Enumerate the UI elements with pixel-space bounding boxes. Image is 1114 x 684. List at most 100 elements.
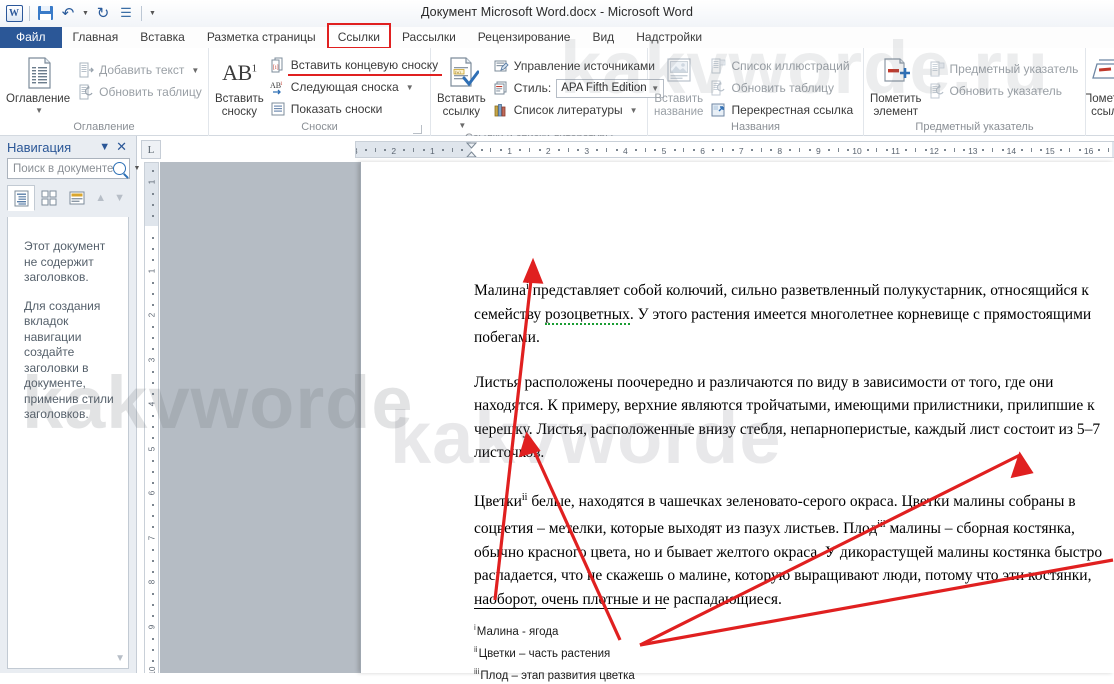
- ruler-tick-dot: [1021, 149, 1024, 151]
- nav-tab-results[interactable]: [63, 185, 91, 211]
- next-footnote-button[interactable]: AB 1 Следующая сноска ▼: [268, 77, 442, 97]
- vruler-tick-label: 2: [147, 312, 157, 318]
- navigation-pane-header: Навигация ▼ ✕: [0, 136, 136, 158]
- arrow-up-icon[interactable]: ▲: [91, 192, 110, 204]
- ruler-tick-dash: [528, 148, 530, 152]
- insert-endnote-button[interactable]: [i] Вставить концевую сноску: [268, 55, 443, 76]
- insert-citation-button[interactable]: (w) Вставить ссылку ▼: [437, 54, 486, 132]
- search-options-chevron-down-icon[interactable]: ▼: [133, 165, 140, 172]
- tab-references[interactable]: Ссылки: [326, 23, 391, 49]
- nav-scroll-down-icon[interactable]: ▼: [115, 653, 125, 664]
- index-button[interactable]: Предметный указатель: [927, 59, 1083, 79]
- endnote-item[interactable]: iiiПлод – этап развития цветка: [474, 663, 874, 684]
- insert-citation-text: Вставить ссылку: [437, 93, 486, 118]
- chevron-down-icon[interactable]: ▼: [35, 106, 43, 115]
- tab-page-layout[interactable]: Разметка страницы: [196, 27, 327, 48]
- tab-review[interactable]: Рецензирование: [467, 27, 582, 48]
- mark-entry-button[interactable]: Пометить элемент: [870, 54, 922, 119]
- ruler-tick-dot: [692, 149, 695, 151]
- document-body-text[interactable]: Малинаi представляет собой колючий, силь…: [474, 275, 1114, 632]
- tab-stop-selector[interactable]: L: [141, 140, 161, 159]
- paragraph-3[interactable]: Цветкиii белые, находятся в чашечках зел…: [474, 486, 1114, 612]
- mark-citation-label: Пометить ссылку: [1086, 93, 1114, 118]
- chevron-down-icon[interactable]: ▼: [630, 106, 638, 115]
- toc-button[interactable]: Оглавление ▼: [6, 54, 70, 115]
- search-input[interactable]: Поиск в документе: [7, 158, 131, 179]
- navigation-pane: Навигация ▼ ✕ Поиск в документе ▼ ▲ ▼ Эт…: [0, 136, 140, 673]
- next-footnote-label: Следующая сноска: [290, 80, 399, 94]
- ruler-tick-label: 5: [661, 145, 667, 156]
- insert-citation-label: Вставить ссылку ▼: [437, 93, 486, 132]
- document-page[interactable]: Малинаi представляет собой колючий, силь…: [360, 162, 1114, 681]
- citation-style-row[interactable]: Стиль: APA Fifth Edition ▼: [491, 78, 668, 98]
- endnote-text: Плод – этап развития цветка: [480, 669, 635, 682]
- nav-tab-headings[interactable]: [7, 185, 36, 211]
- insert-caption-button[interactable]: Вставить название: [654, 54, 703, 119]
- endnote-item[interactable]: iМалина - ягода: [474, 619, 874, 641]
- table-of-figures-button[interactable]: Список иллюстраций: [708, 56, 857, 76]
- footnotes-dialog-launcher[interactable]: [413, 125, 422, 134]
- show-notes-button[interactable]: Показать сноски: [268, 99, 442, 119]
- paragraph-1[interactable]: Малинаi представляет собой колючий, силь…: [474, 275, 1114, 350]
- update-figures-table-button[interactable]: Обновить таблицу: [708, 78, 857, 98]
- navigation-tabs[interactable]: ▲ ▼: [0, 179, 136, 211]
- ruler-tick-dot: [596, 149, 599, 151]
- endnote-item[interactable]: iiЦветки – часть растения: [474, 641, 874, 663]
- ruler-tick-dot: [789, 149, 792, 151]
- tab-view[interactable]: Вид: [581, 27, 625, 48]
- navigation-empty-state: Этот документ не содержит заголовков. Дл…: [7, 217, 129, 669]
- ruler-tick-dot: [1078, 149, 1081, 151]
- tab-home[interactable]: Главная: [62, 27, 130, 48]
- ruler-tick-dot: [557, 149, 560, 151]
- tab-file[interactable]: Файл: [0, 27, 62, 48]
- chevron-down-icon[interactable]: ▼: [191, 66, 199, 75]
- tab-mailings[interactable]: Рассылки: [391, 27, 467, 48]
- tab-addins[interactable]: Надстройки: [625, 27, 713, 48]
- ribbon-tab-strip[interactable]: Файл Главная Вставка Разметка страницы С…: [0, 23, 1114, 49]
- tab-insert[interactable]: Вставка: [129, 27, 196, 48]
- horizontal-ruler[interactable]: 32112345678910111213141516: [355, 141, 1114, 158]
- update-table-button[interactable]: Обновить таблицу: [76, 82, 206, 102]
- chevron-down-icon[interactable]: ▼: [458, 121, 466, 130]
- document-canvas[interactable]: Малинаi представляет собой колючий, силь…: [160, 162, 1114, 681]
- bibliography-button[interactable]: Список литературы ▼: [491, 100, 668, 120]
- vruler-tick-dot: [152, 637, 154, 640]
- left-indent-box[interactable]: [466, 155, 475, 157]
- nav-tab-pages[interactable]: [35, 185, 63, 211]
- ruler-tick-dot: [828, 149, 831, 151]
- ruler-tick-dot: [924, 149, 927, 151]
- endnotes-list[interactable]: iМалина - ягода iiЦветки – часть растени…: [474, 619, 874, 684]
- footnote-reference-mark[interactable]: iii: [877, 519, 885, 530]
- ruler-tick-dash: [413, 148, 415, 152]
- update-index-button[interactable]: Обновить указатель: [927, 81, 1083, 101]
- ribbon[interactable]: Оглавление ▼ Добавить текст ▼ Обновить т…: [0, 48, 1114, 144]
- first-line-indent-marker[interactable]: [465, 142, 478, 157]
- ruler-tick-dot: [1098, 149, 1101, 151]
- paragraph-2[interactable]: Листья расположены поочередно и различаю…: [474, 371, 1114, 465]
- vruler-tick-dot: [152, 292, 154, 295]
- chevron-down-icon[interactable]: ▼: [406, 83, 414, 92]
- cross-reference-button[interactable]: Перекрестная ссылка: [708, 100, 857, 120]
- insert-footnote-button[interactable]: AB1 Вставить сноску: [215, 54, 264, 119]
- ruler-tick-label: 15: [1045, 145, 1055, 156]
- add-text-button[interactable]: Добавить текст ▼: [76, 60, 206, 80]
- mark-citation-button[interactable]: Пометить ссылку: [1086, 54, 1114, 119]
- vertical-ruler[interactable]: 2112345678910: [144, 162, 159, 673]
- add-text-label: Добавить текст: [99, 63, 185, 77]
- close-icon[interactable]: ✕: [113, 139, 130, 155]
- navigation-search-row[interactable]: Поиск в документе ▼: [0, 158, 140, 179]
- index-icon: [929, 61, 945, 77]
- ruler-tick-dot: [963, 149, 966, 151]
- spellcheck-underlined-word[interactable]: розоцветных: [545, 305, 630, 325]
- vruler-tick-dot: [152, 604, 154, 607]
- arrow-down-icon[interactable]: ▼: [110, 192, 129, 204]
- ribbon-group-label-footnotes: Сноски: [215, 121, 424, 136]
- insert-caption-icon: [661, 56, 697, 90]
- chevron-down-icon[interactable]: ▼: [96, 141, 113, 153]
- vruler-tick-dot: [152, 392, 154, 395]
- search-icon[interactable]: [113, 162, 127, 175]
- ruler-tick-dash: [876, 148, 878, 152]
- ruler-tick-label: 4: [623, 145, 628, 156]
- manage-sources-button[interactable]: Управление источниками: [491, 56, 668, 76]
- table-of-figures-label: Список иллюстраций: [731, 59, 850, 73]
